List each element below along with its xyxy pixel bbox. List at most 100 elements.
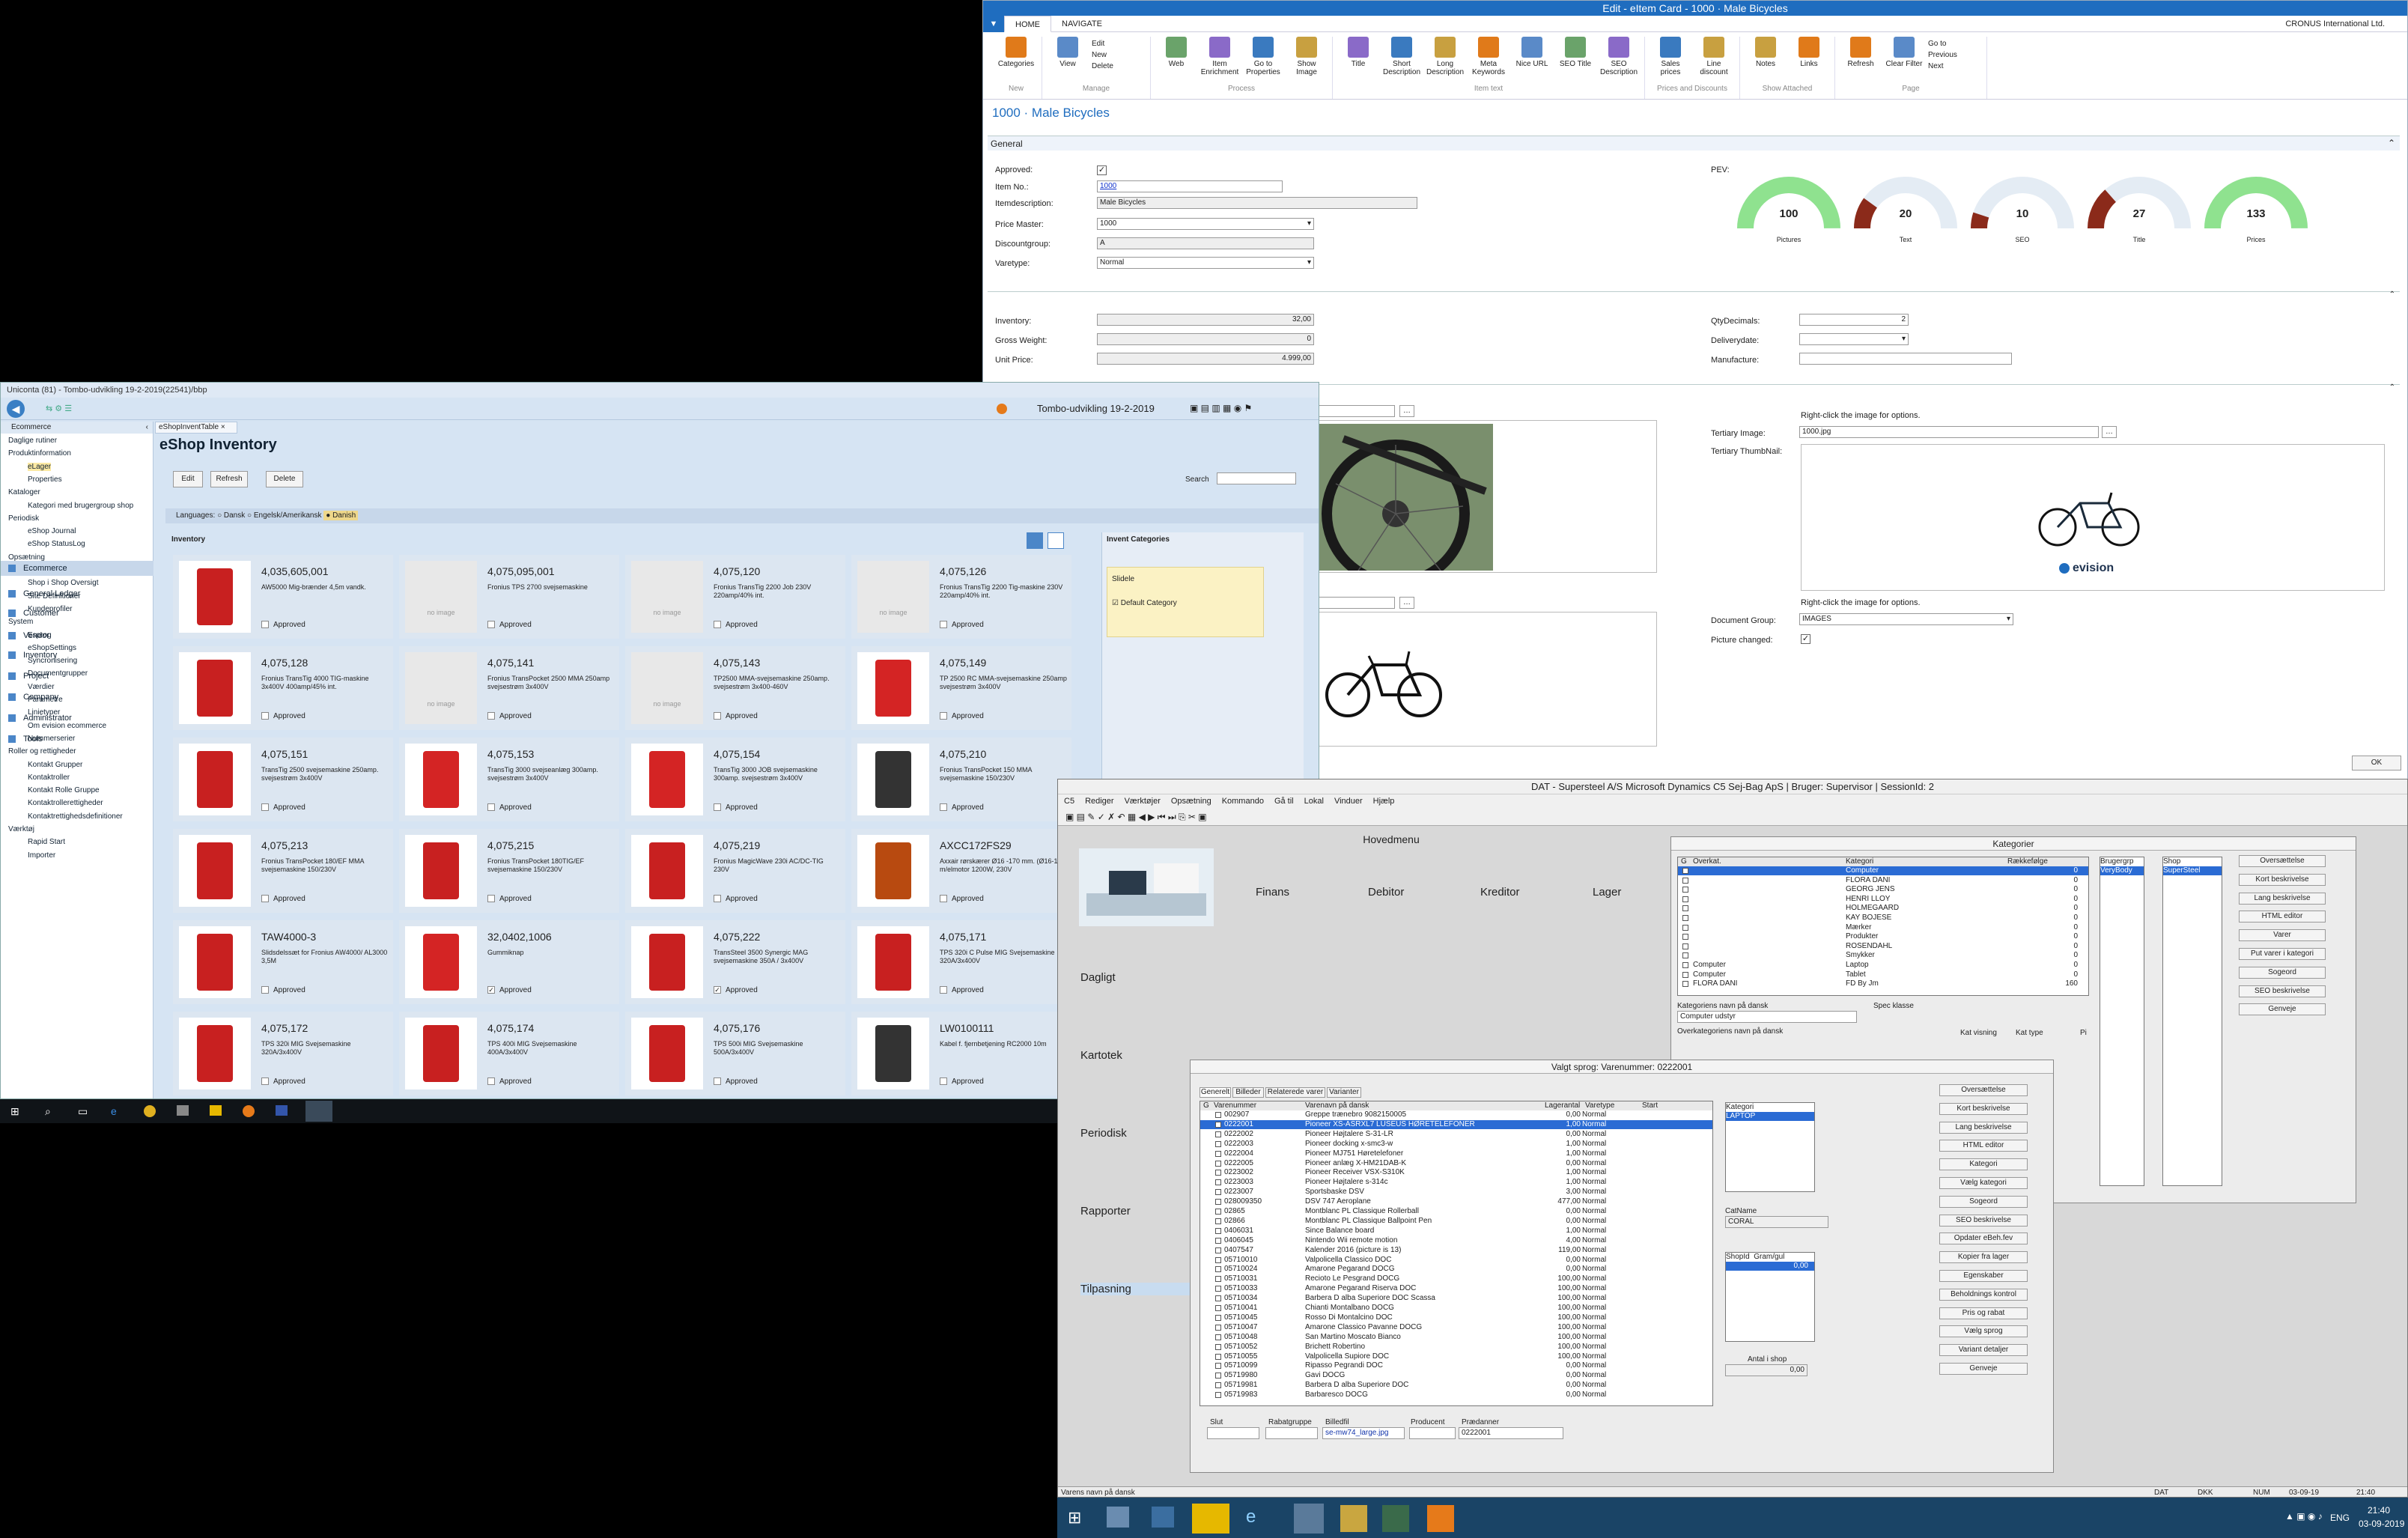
row-checkbox[interactable] [1215, 1256, 1221, 1263]
tertiary-image-field[interactable]: 1000.jpg [1799, 426, 2099, 438]
row-checkbox[interactable] [1215, 1170, 1221, 1176]
approved-toggle[interactable]: Approved [714, 1077, 758, 1086]
shop-gram-list[interactable]: ShopId Gram/gul 0,00 [1725, 1252, 1815, 1342]
vare-row[interactable]: 0223003 Pioneer Højtalere s-314c 1,00 Norma… [1200, 1178, 1712, 1187]
inventory-tile[interactable]: 4,075,151 TransTig 2500 svejsemaskine 250… [173, 738, 393, 821]
row-checkbox[interactable] [1682, 905, 1688, 912]
pris-og-rabat-button[interactable]: Pris og rabat [1939, 1307, 2028, 1319]
help-icon[interactable] [997, 404, 1007, 414]
kategori-row[interactable]: Computer 0 [1678, 866, 2088, 875]
nav-module-customer[interactable]: Customer [1, 606, 153, 621]
v-lg-sprog-button[interactable]: Vælg sprog [1939, 1325, 2028, 1338]
approved-toggle[interactable]: Approved [714, 803, 758, 812]
vare-row[interactable]: 05710052 Brichett Robertino 100,00 Normal [1200, 1343, 1712, 1352]
vare-row[interactable]: 0406031 Since Balance board 1,00 Normal [1200, 1227, 1712, 1235]
browse-button[interactable]: … [1399, 597, 1414, 609]
module-debitor[interactable]: Debitor [1368, 886, 1404, 899]
meta-keywords-button[interactable]: Meta Keywords [1469, 37, 1508, 85]
row-checkbox[interactable] [1215, 1227, 1221, 1234]
row-checkbox[interactable] [1215, 1295, 1221, 1302]
tab-relaterede-varer[interactable]: Relaterede varer [1265, 1087, 1325, 1098]
row-checkbox[interactable] [1215, 1189, 1221, 1196]
approved-checkbox[interactable] [261, 803, 269, 812]
nav-module-tools[interactable]: Tools [1, 732, 153, 747]
approved-checkbox[interactable]: ✓ [1097, 165, 1107, 175]
gram-value[interactable]: 0,00 [1726, 1262, 1814, 1271]
kategori-row[interactable]: HOLMEGAARD 0 [1678, 904, 2088, 913]
nav-module-company[interactable]: Company [1, 690, 153, 705]
clear-filter-button[interactable]: Clear Filter [1885, 37, 1924, 85]
row-checkbox[interactable] [1215, 1237, 1221, 1244]
c5-taskbar-icon[interactable] [1427, 1505, 1454, 1532]
varetype-select[interactable]: Normal ▾ [1097, 257, 1314, 269]
inventory-tile[interactable]: 4,075,149 TP 2500 RC MMA-svejsemaskine 25… [851, 646, 1071, 730]
row-checkbox[interactable] [1215, 1314, 1221, 1321]
html-editor-button[interactable]: HTML editor [1939, 1140, 2028, 1152]
secondary-image-frame[interactable] [1313, 612, 1657, 747]
title-button[interactable]: Title [1339, 37, 1378, 85]
app-icon[interactable] [1107, 1507, 1129, 1528]
tree-item-kontaktrettighedsdefinitioner[interactable]: Kontaktrettighedsdefinitioner [28, 812, 123, 821]
default-category-item[interactable]: ☑ Default Category [1112, 599, 1177, 607]
variant-detaljer-button[interactable]: Variant detaljer [1939, 1344, 2028, 1357]
approved-toggle[interactable]: Approved [940, 712, 984, 720]
tree-item-eshop-statuslog[interactable]: eShop StatusLog [28, 540, 85, 548]
shop-list[interactable]: Shop SuperSteel [2162, 857, 2222, 1186]
row-checkbox[interactable] [1682, 934, 1688, 940]
row-checkbox[interactable] [1215, 1150, 1221, 1157]
lang-engelsk-option[interactable]: ○ Engelsk/Amerikansk [247, 511, 321, 520]
row-checkbox[interactable] [1682, 887, 1688, 893]
overs-ttelse-button[interactable]: Oversættelse [1939, 1084, 2028, 1096]
left-menu-dagligt[interactable]: Dagligt [1080, 971, 1200, 984]
chrome-icon[interactable] [144, 1105, 156, 1117]
inventory-tile[interactable]: 4,075,176 TPS 500i MIG Svejsemaskine 500A… [625, 1012, 845, 1095]
vare-row[interactable]: 0223007 Sportsbaske DSV 3,00 Normal [1200, 1188, 1712, 1197]
row-checkbox[interactable] [1215, 1276, 1221, 1283]
vare-row[interactable]: 0222002 Pioneer Højtalere S-31-LR 0,00 Norm… [1200, 1130, 1712, 1139]
vare-row[interactable]: 05710055 Valpolicella Supiore DOC 100,00 No… [1200, 1352, 1712, 1361]
approved-toggle[interactable]: Approved [487, 621, 532, 629]
kategori-row[interactable]: Computer Laptop 0 [1678, 961, 2088, 970]
seo-beskrivelse-button[interactable]: SEO beskrivelse [2239, 985, 2326, 997]
go-to-properties-button[interactable]: Go to Properties [1244, 37, 1283, 85]
row-checkbox[interactable] [1682, 952, 1688, 959]
vare-row[interactable]: 02866 Montblanc PL Classique Ballpoint Pe… [1200, 1217, 1712, 1226]
delete-button[interactable]: Delete [1092, 62, 1144, 70]
inventory-tile[interactable]: 4,075,213 Fronius TransPocket 180/EF MMA … [173, 829, 393, 913]
kort-beskrivelse-button[interactable]: Kort beskrivelse [1939, 1102, 2028, 1115]
inventory-tile[interactable]: 4,075,172 TPS 320i MIG Svejsemaskine 320A… [173, 1012, 393, 1095]
row-checkbox[interactable] [1215, 1353, 1221, 1360]
deliverydate-select[interactable]: ▾ [1799, 333, 1909, 345]
go-to-button[interactable]: Go to [1928, 40, 1980, 48]
edit-button[interactable]: Edit [1092, 40, 1144, 48]
html-editor-button[interactable]: HTML editor [2239, 911, 2326, 923]
row-checkbox[interactable] [1215, 1131, 1221, 1137]
approved-checkbox[interactable]: ✓ [714, 986, 721, 994]
lang-beskrivelse-button[interactable]: Lang beskrivelse [2239, 892, 2326, 905]
app-icon[interactable] [1294, 1504, 1324, 1534]
view-button[interactable]: View [1048, 37, 1087, 85]
approved-toggle[interactable]: Approved [487, 895, 532, 903]
row-checkbox[interactable] [1215, 1266, 1221, 1273]
row-checkbox[interactable] [1215, 1286, 1221, 1292]
app-icon[interactable] [276, 1105, 288, 1116]
inventory-tile[interactable]: LW0100111 Kabel f. fjernbetjening RC2000 … [851, 1012, 1071, 1095]
tray-icons[interactable]: ▲ ▣ ◉ ♪ [2285, 1511, 2323, 1522]
shop-value[interactable]: SuperSteel [2163, 866, 2222, 875]
browse-button[interactable]: … [2102, 426, 2117, 438]
genveje-button[interactable]: Genveje [2239, 1003, 2326, 1016]
vare-row[interactable]: 02865 Montblanc PL Classique Rollerball 0,… [1200, 1207, 1712, 1216]
next-button[interactable]: Next [1928, 62, 1980, 70]
nav-module-administrator[interactable]: Administrator [1, 711, 153, 726]
inventory-tile[interactable]: 4,075,222 TransSteel 3500 Synergic MAG sv… [625, 920, 845, 1004]
tree-item-periodisk[interactable]: Periodisk [8, 514, 39, 523]
collapse-icon[interactable]: ⌃ [2389, 291, 2395, 299]
left-menu-rapporter[interactable]: Rapporter [1080, 1205, 1200, 1218]
slut-field[interactable] [1207, 1427, 1259, 1439]
approved-toggle[interactable]: Approved [940, 621, 984, 629]
left-menu-periodisk[interactable]: Periodisk [1080, 1127, 1200, 1140]
approved-toggle[interactable]: Approved [714, 895, 758, 903]
kategori-row[interactable]: Computer Tablet 0 [1678, 970, 2088, 979]
menu-rediger[interactable]: Rediger [1085, 794, 1114, 808]
file-menu-button[interactable]: ▼ [983, 15, 1004, 32]
